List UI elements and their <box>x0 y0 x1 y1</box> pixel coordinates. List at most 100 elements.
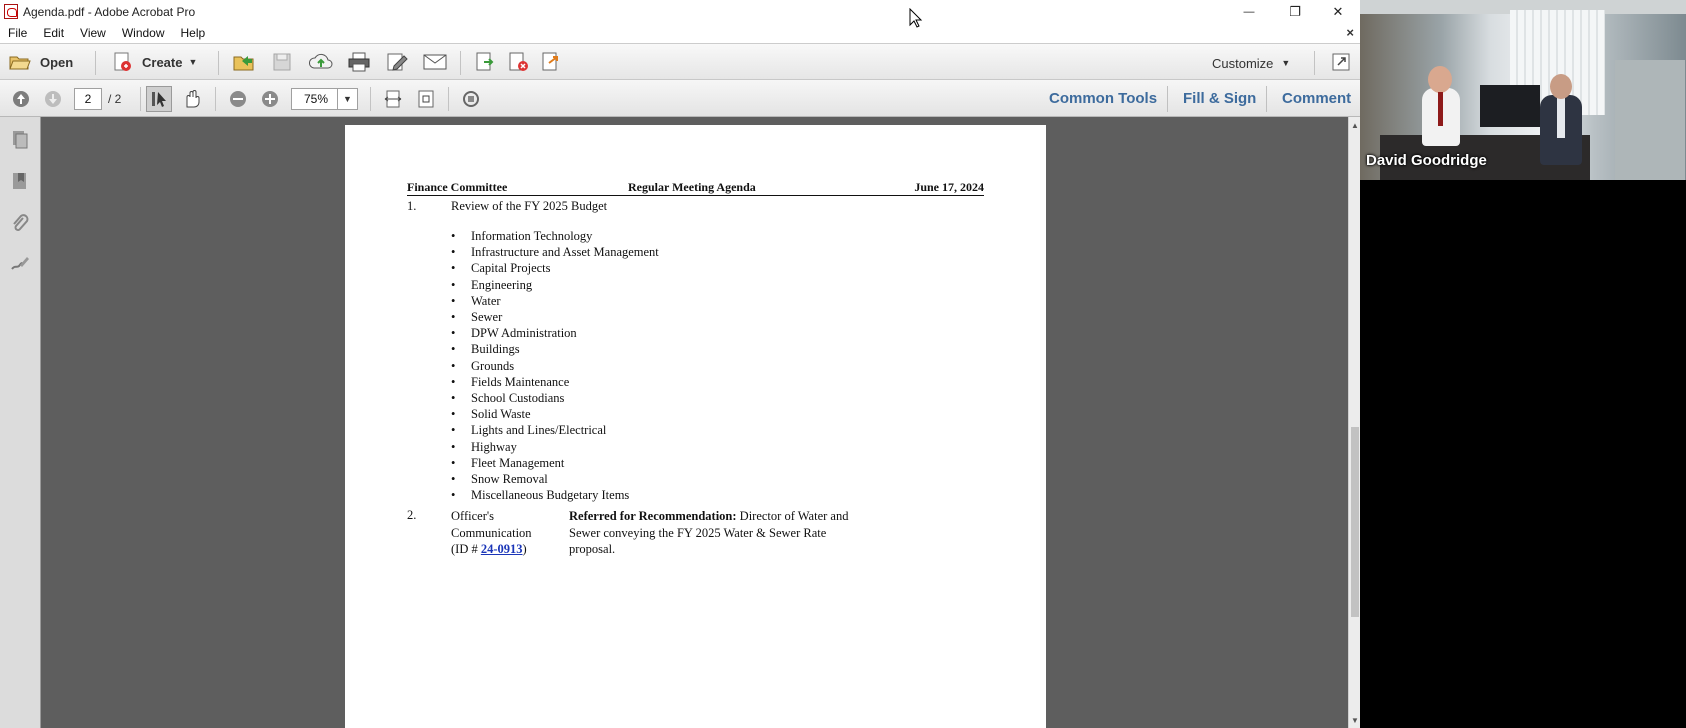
arrow-down-circle-icon <box>45 91 61 107</box>
zoom-in-icon <box>262 91 278 107</box>
item-2-referral-label: Referred for Recommendation: <box>569 509 737 523</box>
menu-file[interactable]: File <box>0 26 35 40</box>
create-pdf-icon <box>114 52 131 71</box>
list-item: Fleet Management <box>451 455 659 471</box>
customize-dropdown[interactable]: Customize ▼ <box>1212 54 1290 72</box>
signatures-button[interactable] <box>9 252 31 274</box>
restore-button[interactable]: ❐ <box>1272 0 1318 23</box>
full-screen-button[interactable] <box>1330 51 1352 73</box>
header-date: June 17, 2024 <box>914 180 984 194</box>
pane-divider <box>1266 86 1267 112</box>
save-disk-icon <box>273 53 291 71</box>
fit-width-icon <box>384 90 402 108</box>
bookmarks-button[interactable] <box>9 170 31 192</box>
toolbar-divider <box>218 51 219 75</box>
zoom-out-button[interactable] <box>227 88 249 110</box>
menu-help[interactable]: Help <box>173 26 214 40</box>
previous-page-button[interactable] <box>10 88 32 110</box>
paperclip-icon <box>13 214 29 231</box>
close-document-button[interactable]: × <box>1346 25 1354 40</box>
create-button[interactable]: Create ▼ <box>112 51 197 73</box>
insert-page-icon <box>476 52 494 71</box>
email-button[interactable] <box>422 51 448 73</box>
scrollbar-thumb[interactable] <box>1351 427 1359 617</box>
toolbar-divider <box>460 51 461 75</box>
open-file-button[interactable] <box>232 51 256 73</box>
page-number-input[interactable]: 2 <box>74 88 102 110</box>
create-label: Create <box>142 54 183 70</box>
item-2-desc-line2: Sewer conveying the FY 2025 Water & Sewe… <box>569 525 827 540</box>
list-item: Snow Removal <box>451 471 659 487</box>
print-button[interactable] <box>347 51 371 73</box>
list-item: Highway <box>451 439 659 455</box>
zoom-in-button[interactable] <box>259 88 281 110</box>
upload-cloud-button[interactable] <box>308 51 334 73</box>
video-person-2-head <box>1550 74 1572 99</box>
video-monitor <box>1480 85 1540 127</box>
item-2-id-link[interactable]: 24-0913 <box>481 542 523 556</box>
item-2-source-line2: Communication <box>451 525 532 540</box>
menu-edit[interactable]: Edit <box>35 26 72 40</box>
envelope-icon <box>423 54 447 70</box>
zoom-level-select[interactable]: 75% ▼ <box>291 88 358 110</box>
read-mode-button[interactable] <box>460 88 482 110</box>
extract-pages-button[interactable] <box>540 51 564 73</box>
hand-icon <box>186 90 200 108</box>
item-2-desc-text1: Director of Water and <box>736 509 849 523</box>
cloud-upload-icon <box>308 53 333 69</box>
pdf-file-icon <box>4 4 18 19</box>
attachments-button[interactable] <box>9 212 31 234</box>
minimize-button[interactable]: — <box>1226 0 1272 23</box>
select-cursor-icon <box>152 92 166 107</box>
insert-pages-button[interactable] <box>474 51 498 73</box>
extract-page-icon <box>542 52 558 71</box>
acrobat-window: Agenda.pdf - Adobe Acrobat Pro — ❐ ✕ Fil… <box>0 0 1360 728</box>
bookmark-icon <box>13 173 26 189</box>
fill-sign-pane[interactable]: Fill & Sign <box>1183 90 1256 107</box>
agenda-item-2-description: Referred for Recommendation: Director of… <box>569 508 889 558</box>
chevron-down-icon: ▼ <box>1281 58 1291 68</box>
agenda-item-1-title: Review of the FY 2025 Budget <box>451 199 608 213</box>
video-participant-tile[interactable]: David Goodridge <box>1360 0 1686 180</box>
chevron-down-icon[interactable]: ▼ <box>337 89 357 109</box>
agenda-item-1-number: 1. <box>407 199 417 213</box>
menu-view[interactable]: View <box>72 26 114 40</box>
vertical-scrollbar[interactable]: ▲ ▼ <box>1348 117 1360 728</box>
video-cabinet <box>1615 60 1685 180</box>
hand-tool-button[interactable] <box>178 86 204 112</box>
list-item: Water <box>451 293 659 309</box>
common-tools-pane[interactable]: Common Tools <box>1049 90 1157 107</box>
next-page-button[interactable] <box>42 88 64 110</box>
page-header: Finance Committee Regular Meeting Agenda… <box>407 178 984 196</box>
select-tool-button[interactable] <box>146 86 172 112</box>
header-committee: Finance Committee <box>407 180 508 194</box>
customize-label: Customize <box>1212 55 1274 71</box>
fit-width-button[interactable] <box>382 88 404 110</box>
rotate-icon <box>463 91 479 107</box>
save-button[interactable] <box>270 51 294 73</box>
toolbar-divider <box>215 87 216 111</box>
open-button[interactable]: Open <box>8 51 73 73</box>
document-view[interactable]: Finance Committee Regular Meeting Agenda… <box>41 117 1348 728</box>
list-item: Fields Maintenance <box>451 374 659 390</box>
list-item: School Custodians <box>451 390 659 406</box>
fit-page-button[interactable] <box>415 88 437 110</box>
list-item: Sewer <box>451 309 659 325</box>
close-window-button[interactable]: ✕ <box>1318 0 1358 23</box>
toolbar-divider <box>95 51 96 75</box>
open-folder-icon <box>9 56 31 70</box>
open-label: Open <box>40 54 74 70</box>
item-2-desc-line3: proposal. <box>569 542 616 556</box>
window-title: Agenda.pdf - Adobe Acrobat Pro <box>23 4 196 19</box>
menu-window[interactable]: Window <box>114 26 173 40</box>
list-item: Engineering <box>451 277 659 293</box>
comment-pane[interactable]: Comment <box>1282 90 1351 107</box>
pane-divider <box>1167 86 1168 112</box>
item-2-source-line1: Officer's <box>451 509 494 523</box>
edit-document-button[interactable] <box>385 51 409 73</box>
header-title: Regular Meeting Agenda <box>628 180 756 194</box>
scroll-down-icon[interactable]: ▼ <box>1349 714 1361 726</box>
page-thumbnails-button[interactable] <box>9 128 31 150</box>
delete-pages-button[interactable] <box>507 51 531 73</box>
list-item: DPW Administration <box>451 325 659 341</box>
